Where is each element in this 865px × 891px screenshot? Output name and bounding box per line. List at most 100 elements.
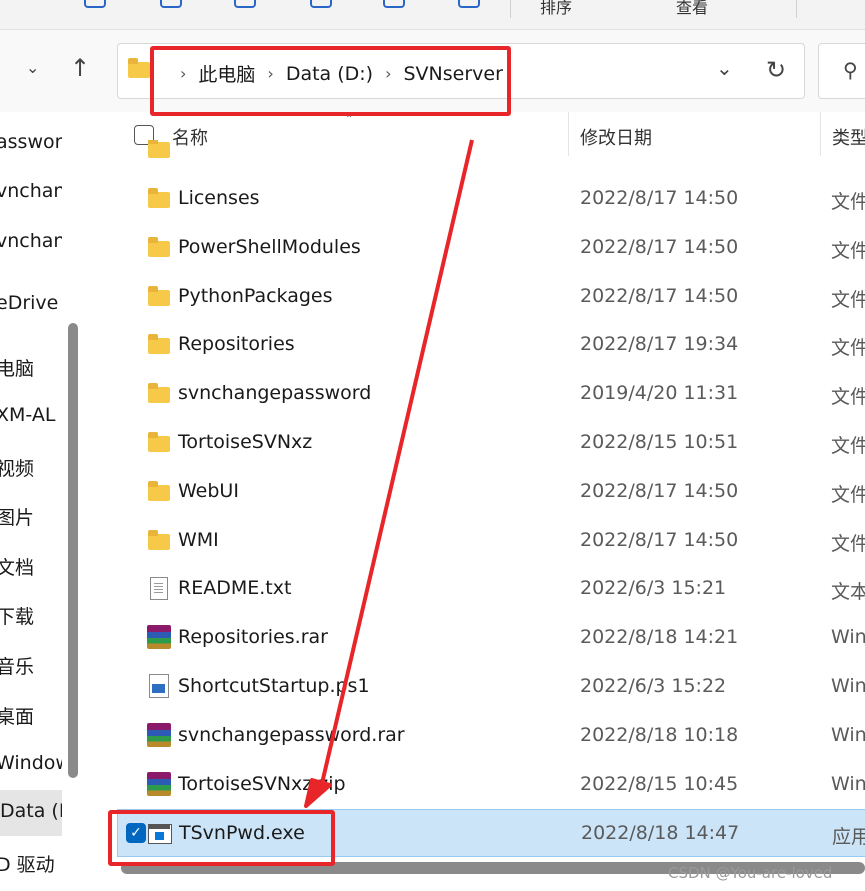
nav-item-documents[interactable]: 文档: [0, 553, 34, 580]
file-date-modified: 2022/8/17 14:50: [580, 235, 739, 258]
up-arrow-icon[interactable]: ↑: [70, 56, 90, 80]
nav-item-windows-drive[interactable]: Window: [0, 752, 62, 774]
file-row[interactable]: WMI 2022/8/17 14:50 文件: [117, 517, 865, 565]
rar-archive-icon: [147, 771, 171, 796]
folder-icon: [128, 58, 150, 78]
file-name: TortoiseSVNxz: [178, 431, 313, 453]
file-row[interactable]: svnchangepassword 2019/4/20 11:31 文件: [117, 370, 865, 418]
rar-archive-icon: [147, 625, 171, 650]
file-row[interactable]: TortoiseSVNxz 2022/8/15 10:51 文件: [117, 419, 865, 467]
file-type: 文件: [831, 337, 865, 360]
folder-icon: [148, 236, 170, 257]
file-row[interactable]: Licenses 2022/8/17 14:50 文件: [117, 175, 865, 223]
refresh-icon[interactable]: ↻: [766, 58, 786, 82]
file-date-modified: 2022/8/18 14:47: [581, 822, 740, 845]
file-name: Licenses: [178, 187, 260, 209]
folder-icon: [148, 334, 170, 355]
nav-item-videos[interactable]: 视频: [0, 454, 34, 481]
nav-item-downloads[interactable]: 下载: [0, 602, 34, 629]
nav-item-this-pc[interactable]: 电脑: [0, 354, 34, 381]
file-date-modified: 2022/8/17 14:50: [580, 528, 739, 551]
file-row[interactable]: WebUI 2022/8/17 14:50 文件: [117, 468, 865, 516]
address-dropdown-chevron-icon[interactable]: ⌄: [716, 58, 733, 78]
file-row[interactable]: PythonPackages 2022/8/17 14:50 文件: [117, 273, 865, 321]
nav-item-music[interactable]: 音乐: [0, 652, 34, 679]
watermark: CSDN @You-are-loved: [668, 864, 833, 882]
file-name: WebUI: [178, 479, 239, 502]
folder-icon: [148, 188, 170, 208]
powershell-script-icon: [149, 674, 169, 698]
file-name: ShortcutStartup.ps1: [178, 675, 370, 697]
file-name: Repositories.rar: [178, 626, 328, 649]
toolbar-divider: [796, 0, 797, 18]
file-list: Licenses 2022/8/17 14:50 文件 PowerShellModul…: [95, 156, 865, 858]
nav-item-data-drive[interactable]: Data (D:: [0, 790, 62, 836]
rename-icon[interactable]: [310, 0, 332, 8]
file-date-modified: 2022/8/17 14:50: [580, 187, 739, 209]
file-type: 文件: [831, 532, 865, 555]
nav-item[interactable]: asswor: [0, 131, 62, 153]
file-name: README.txt: [178, 577, 292, 600]
file-date-modified: 2022/8/17 14:50: [580, 479, 739, 502]
file-name: TortoiseSVNxz.zip: [178, 772, 346, 795]
file-type: 文件: [831, 191, 865, 213]
file-row[interactable]: TortoiseSVNxz.zip 2022/8/15 10:45 Win: [117, 761, 865, 809]
file-name: svnchangepassword.rar: [178, 723, 405, 746]
file-name: WMI: [178, 528, 219, 551]
search-box[interactable]: ⚲: [818, 43, 865, 99]
nav-item[interactable]: XM-AL: [0, 404, 55, 426]
file-row[interactable]: Repositories.rar 2022/8/18 14:21 Win: [117, 614, 865, 662]
nav-item-onedrive[interactable]: eDrive: [0, 292, 58, 314]
file-row[interactable]: svnchangepassword.rar 2022/8/18 10:18 Win: [117, 712, 865, 760]
file-row[interactable]: ShortcutStartup.ps1 2022/6/3 15:22 Win: [117, 663, 865, 711]
copy-icon[interactable]: [160, 0, 182, 8]
sort-menu-label[interactable]: 排序: [540, 0, 572, 18]
text-file-icon: [150, 577, 168, 601]
delete-icon[interactable]: [458, 0, 480, 8]
file-name: PowerShellModules: [178, 235, 361, 258]
file-row[interactable]: PowerShellModules 2022/8/17 14:50 文件: [117, 224, 865, 272]
cut-icon[interactable]: [84, 0, 106, 8]
navigation-pane-scrollbar[interactable]: [68, 323, 78, 778]
file-type: 文件: [831, 435, 865, 457]
file-row[interactable]: README.txt 2022/6/3 15:21 文本: [117, 565, 865, 613]
file-type: 应用: [832, 826, 865, 849]
file-name: Repositories: [178, 333, 295, 356]
file-type: Win: [831, 723, 865, 746]
file-date-modified: 2022/8/17 19:34: [580, 333, 739, 356]
nav-item[interactable]: vnchan: [0, 230, 62, 252]
file-date-modified: 2022/8/18 10:18: [580, 723, 739, 746]
rar-archive-icon: [147, 722, 171, 747]
annotation-box-selected-file: [108, 810, 335, 866]
nav-item-dvd-drive[interactable]: D 驱动: [0, 850, 55, 877]
nav-item-label: Data (D:: [0, 800, 62, 822]
folder-icon: [148, 529, 170, 550]
nav-item-pictures[interactable]: 图片: [0, 503, 34, 530]
nav-item-desktop[interactable]: 桌面: [0, 702, 34, 729]
file-date-modified: 2022/8/18 14:21: [580, 626, 739, 649]
file-row[interactable]: Repositories 2022/8/17 19:34 文件: [117, 321, 865, 369]
file-date-modified: 2022/8/15 10:45: [580, 772, 739, 795]
file-date-modified: 2022/8/17 14:50: [580, 284, 739, 307]
file-type: 文件: [831, 288, 865, 311]
file-date-modified: 2022/6/3 15:21: [580, 577, 727, 600]
file-type: Win: [831, 772, 865, 795]
recent-locations-chevron-icon[interactable]: ⌄: [26, 60, 39, 76]
search-icon[interactable]: ⚲: [843, 60, 858, 80]
file-type: 文件: [831, 386, 865, 409]
share-icon[interactable]: [383, 0, 405, 8]
file-type: 文件: [831, 239, 865, 262]
folder-icon: [148, 383, 170, 404]
navigation-pane: asswor vnchan vnchan eDrive 电脑 XM-AL 视频 …: [0, 112, 62, 891]
folder-icon: [148, 432, 170, 452]
nav-item[interactable]: vnchan: [0, 180, 62, 202]
file-name: PythonPackages: [178, 284, 333, 307]
file-type: 文件: [831, 483, 865, 506]
file-name: svnchangepassword: [178, 382, 372, 405]
view-menu-label[interactable]: 查看: [676, 0, 708, 18]
file-date-modified: 2022/8/15 10:51: [580, 431, 739, 453]
paste-icon[interactable]: [234, 0, 256, 8]
file-type: Win: [831, 626, 865, 649]
command-toolbar: 排序 查看: [0, 0, 865, 30]
annotation-box-address: [150, 46, 511, 116]
